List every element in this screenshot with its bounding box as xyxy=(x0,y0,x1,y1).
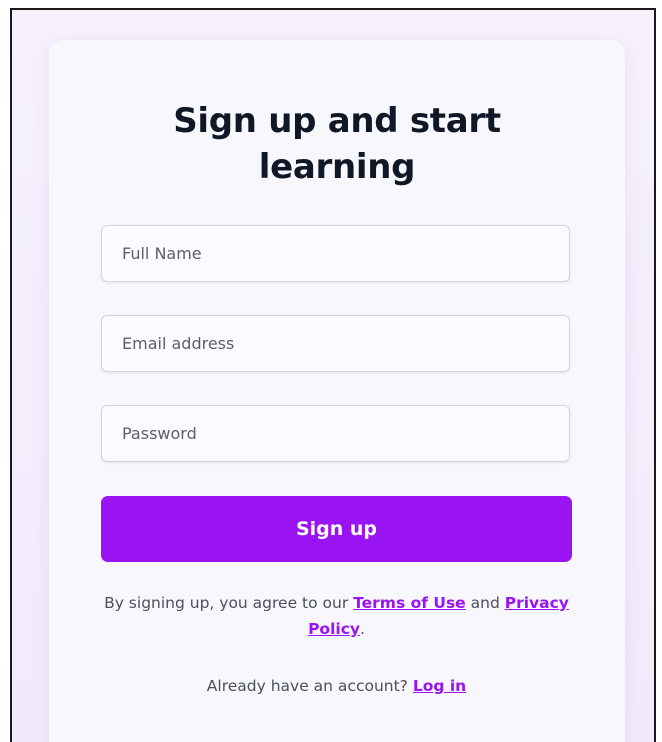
login-prompt-text: Already have an account? xyxy=(206,677,413,695)
signup-card: Sign up and start learning Sign up By si… xyxy=(49,40,625,742)
title-line-1: Sign up and start xyxy=(173,101,501,141)
sign-up-button[interactable]: Sign up xyxy=(101,496,572,562)
terms-suffix: . xyxy=(360,620,365,638)
terms-middle: and xyxy=(465,594,505,612)
email-input[interactable] xyxy=(101,315,570,372)
browser-viewport: Sign up and start learning Sign up By si… xyxy=(10,8,656,742)
terms-notice: By signing up, you agree to our Terms of… xyxy=(101,590,572,642)
title-line-2: learning xyxy=(258,147,416,187)
full-name-input[interactable] xyxy=(101,225,570,282)
page-title: Sign up and start learning xyxy=(49,98,625,190)
terms-of-use-link[interactable]: Terms of Use xyxy=(353,594,466,612)
password-input[interactable] xyxy=(101,405,570,462)
log-in-link[interactable]: Log in xyxy=(413,677,466,695)
terms-prefix: By signing up, you agree to our xyxy=(104,594,354,612)
login-prompt: Already have an account? Log in xyxy=(101,673,572,699)
